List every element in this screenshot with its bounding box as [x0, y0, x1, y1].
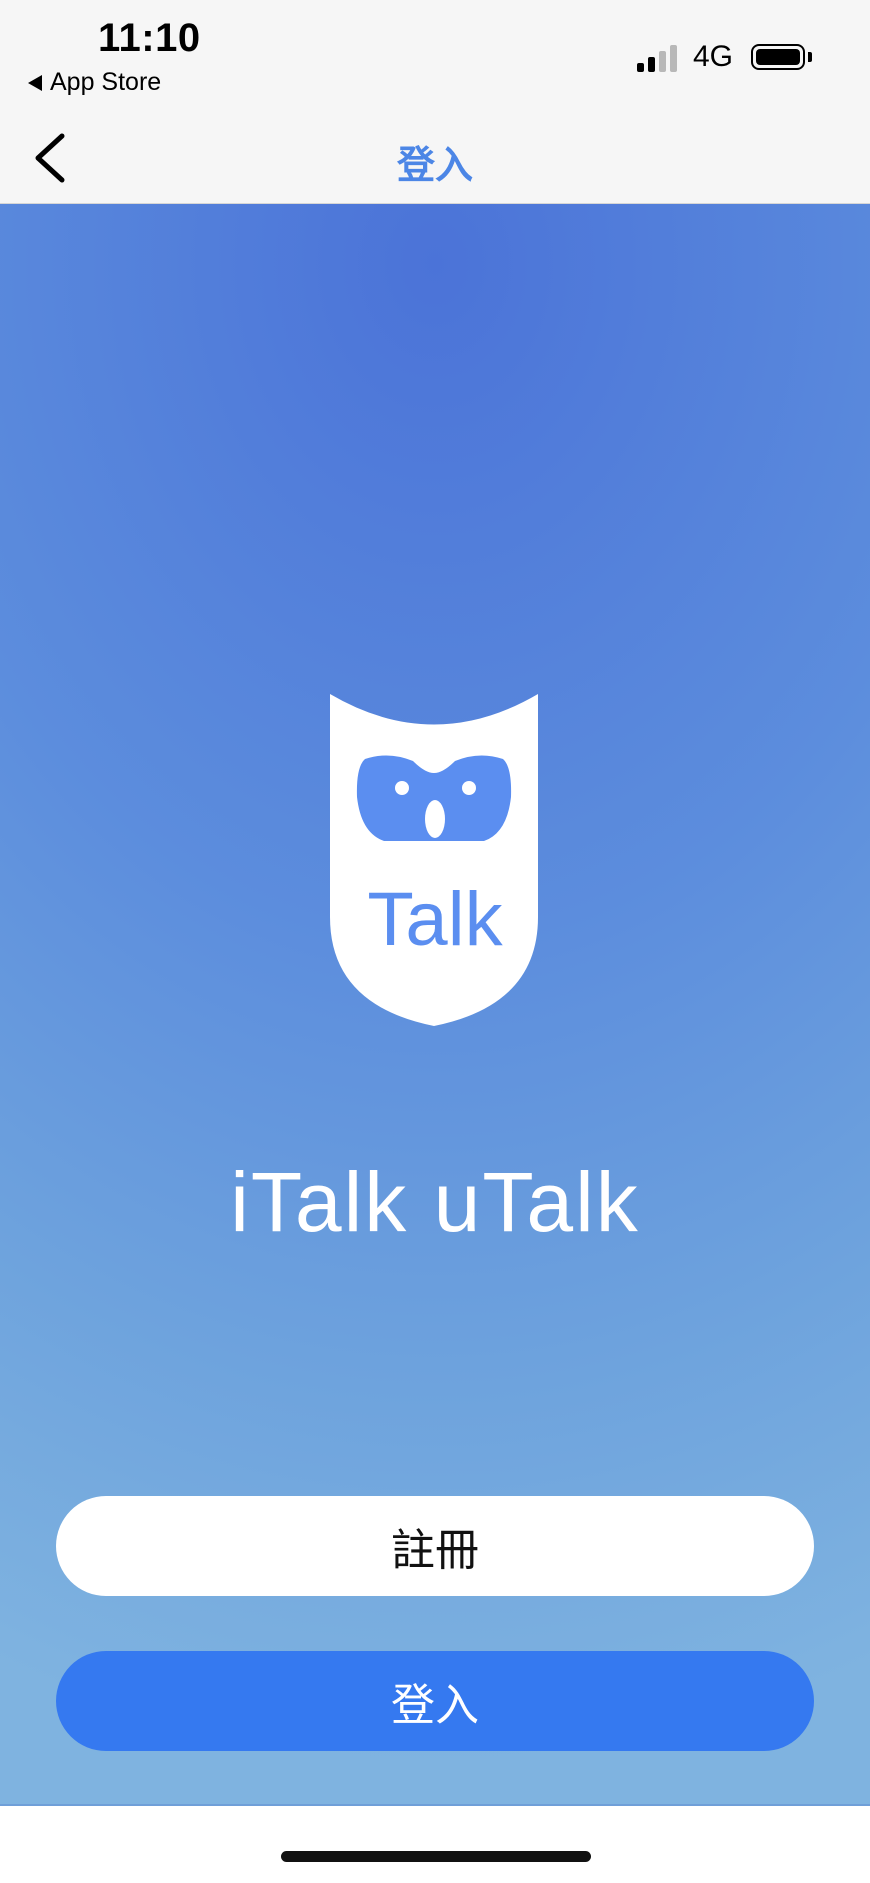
welcome-hero: Talk iTalk uTalk 註冊 登入: [0, 204, 870, 1806]
back-to-app-label: App Store: [50, 68, 162, 96]
register-button[interactable]: 註冊: [56, 1496, 814, 1596]
navigation-bar: 登入: [0, 118, 870, 204]
page-title: 登入: [396, 145, 473, 187]
home-indicator[interactable]: [281, 1851, 591, 1862]
logo-text: Talk: [367, 877, 503, 962]
app-name: iTalk uTalk: [230, 1155, 640, 1249]
login-button[interactable]: 登入: [56, 1651, 814, 1751]
status-time: 11:10: [98, 16, 201, 60]
battery-icon: [751, 44, 805, 70]
network-type: 4G: [693, 40, 734, 73]
back-to-app-store[interactable]: App Store: [28, 68, 161, 97]
cellular-signal-icon: [637, 44, 677, 72]
status-bar: 11:10 App Store 4G: [0, 0, 870, 118]
back-triangle-icon: [28, 74, 42, 91]
owl-shield-logo: Talk: [329, 693, 540, 1027]
battery-cap: [808, 52, 812, 62]
